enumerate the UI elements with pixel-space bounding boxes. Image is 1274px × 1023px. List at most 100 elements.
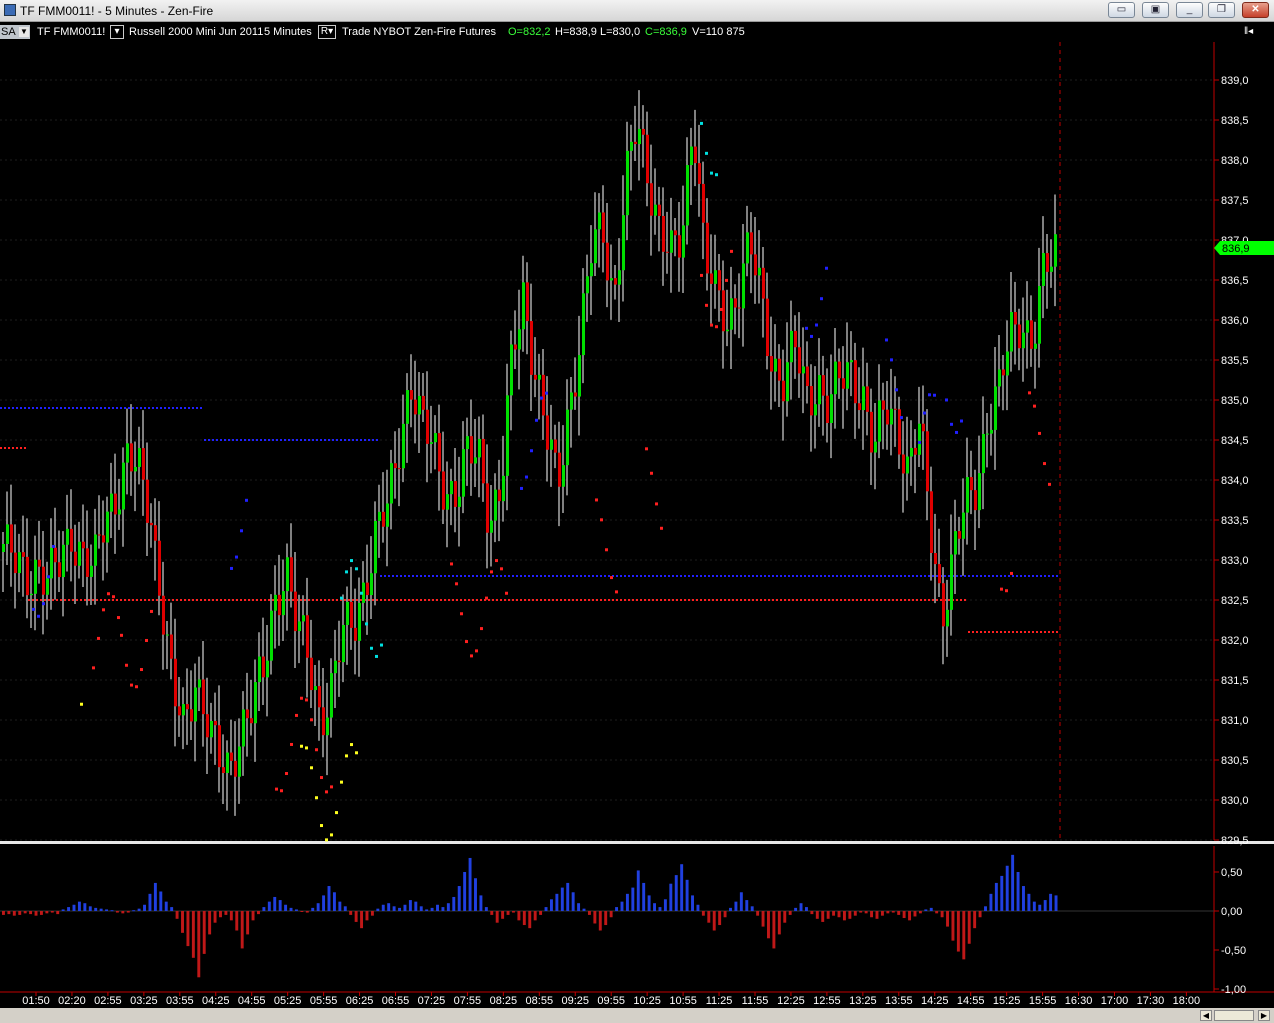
candle-up (282, 559, 285, 642)
candle-body (450, 481, 453, 495)
candle-body (730, 298, 733, 330)
histogram-bar-negative (886, 911, 890, 914)
histogram-bar-positive (446, 903, 450, 911)
candle-up (50, 518, 53, 610)
indicator-dot (32, 607, 35, 611)
histogram-bar-negative (837, 911, 841, 918)
window-close-button[interactable]: ✕ (1242, 2, 1269, 18)
candle-body (998, 369, 1001, 387)
scroll-left-icon[interactable]: ◀ (1200, 1010, 1212, 1021)
candle-down (718, 254, 721, 322)
candle-down (1014, 281, 1017, 365)
candle-down (1018, 308, 1021, 371)
histogram-bar-positive (153, 882, 157, 911)
histogram-bar-positive (143, 904, 146, 911)
candle-body (678, 235, 681, 258)
histogram-bar-negative (767, 911, 770, 939)
histogram-bar-positive (484, 907, 488, 911)
histogram-bar-positive (1054, 895, 1058, 911)
low-value: L=830,0 (600, 26, 641, 38)
candle-down (762, 247, 765, 338)
candle-body (946, 609, 949, 627)
histogram-bar-positive (278, 900, 282, 911)
histogram-bar-negative (23, 911, 27, 914)
cursor-mode-icon[interactable]: ǁ◂ (1244, 26, 1253, 37)
candle-body (718, 270, 721, 291)
candle-up (6, 491, 9, 566)
indicator-dot (705, 151, 708, 155)
time-tick-label: 12:55 (813, 995, 841, 1007)
window-restore-b-button[interactable]: ▣ (1142, 2, 1169, 18)
feed-menu-button[interactable]: R▾ (318, 25, 336, 39)
candle-body (386, 503, 389, 527)
candle-body (810, 386, 813, 416)
indicator-dot (117, 616, 120, 620)
candle-body (74, 551, 77, 566)
candle-body (334, 660, 337, 674)
candle-up (990, 403, 993, 456)
scroll-right-icon[interactable]: ▶ (1258, 1010, 1270, 1021)
indicator-dot (150, 609, 153, 613)
candle-body (150, 522, 153, 526)
indicator-dot (1010, 571, 1013, 575)
histogram-bar-negative (951, 911, 955, 941)
horizontal-scrollbar[interactable]: ◀ ▶ (0, 1008, 1274, 1023)
time-tick-label: 06:55 (382, 995, 410, 1007)
indicator-dot (380, 643, 383, 647)
candle-down (706, 198, 709, 291)
feed-label: Trade NYBOT Zen-Fire Futures (342, 26, 497, 38)
candle-up (502, 435, 505, 522)
candle-up (510, 330, 513, 431)
instrument-menu-button[interactable]: ▾ (110, 25, 124, 39)
window-restore-a-button[interactable]: ▭ (1108, 2, 1135, 18)
candle-down (866, 362, 869, 436)
candle-body (458, 496, 461, 507)
candle-body (778, 358, 781, 381)
indicator-dot (1000, 587, 1003, 591)
candle-body (842, 378, 845, 389)
candle-body (978, 473, 981, 511)
candle-down (318, 660, 321, 741)
histogram-bar-negative (783, 911, 787, 923)
candle-body (854, 360, 857, 404)
indicator-dot (1038, 431, 1041, 435)
histogram-bar-negative (701, 911, 705, 916)
indicator-dot (645, 447, 648, 451)
candle-down (794, 315, 797, 379)
indicator-dot (52, 544, 55, 548)
window-minimize-button[interactable]: _ (1176, 2, 1203, 18)
time-tick-label: 06:25 (346, 995, 374, 1007)
candle-up (786, 322, 789, 417)
histogram-bar-negative (593, 911, 597, 924)
price-tick-label: 832,5 (1221, 595, 1249, 607)
price-chart[interactable]: 839,0838,5838,0837,5837,0836,5836,0835,5… (0, 0, 1274, 1023)
time-tick-label: 14:55 (957, 995, 985, 1007)
candle-body (354, 627, 357, 641)
histogram-bar-negative (962, 911, 966, 960)
candle-up (590, 225, 593, 316)
candle-body (530, 321, 533, 375)
histogram-bar-positive (924, 909, 928, 911)
candle-body (470, 436, 473, 464)
indicator-dot (135, 685, 138, 689)
indicator-dot (450, 562, 453, 566)
candle-down (422, 372, 425, 422)
histogram-bar-negative (533, 911, 537, 921)
window-maximize-button[interactable]: ❐ (1208, 2, 1235, 18)
symbol-selector[interactable]: SA ▼ (0, 25, 30, 39)
candle-body (902, 454, 905, 474)
time-tick-label: 11:55 (742, 995, 769, 1007)
histogram-bar-positive (343, 906, 347, 911)
candle-down (722, 260, 725, 369)
candle-body (498, 489, 501, 502)
candle-down (970, 450, 973, 515)
candle-up (90, 544, 93, 606)
window-titlebar[interactable]: TF FMM0011! - 5 Minutes - Zen-Fire ▭ ▣ _… (0, 0, 1274, 22)
candle-down (250, 679, 253, 736)
scroll-thumb[interactable] (1214, 1010, 1254, 1021)
histogram-bar-negative (186, 911, 190, 947)
candle-up (874, 402, 877, 490)
candle-down (486, 444, 489, 569)
candle-body (138, 448, 141, 467)
indicator-dot (460, 612, 463, 616)
